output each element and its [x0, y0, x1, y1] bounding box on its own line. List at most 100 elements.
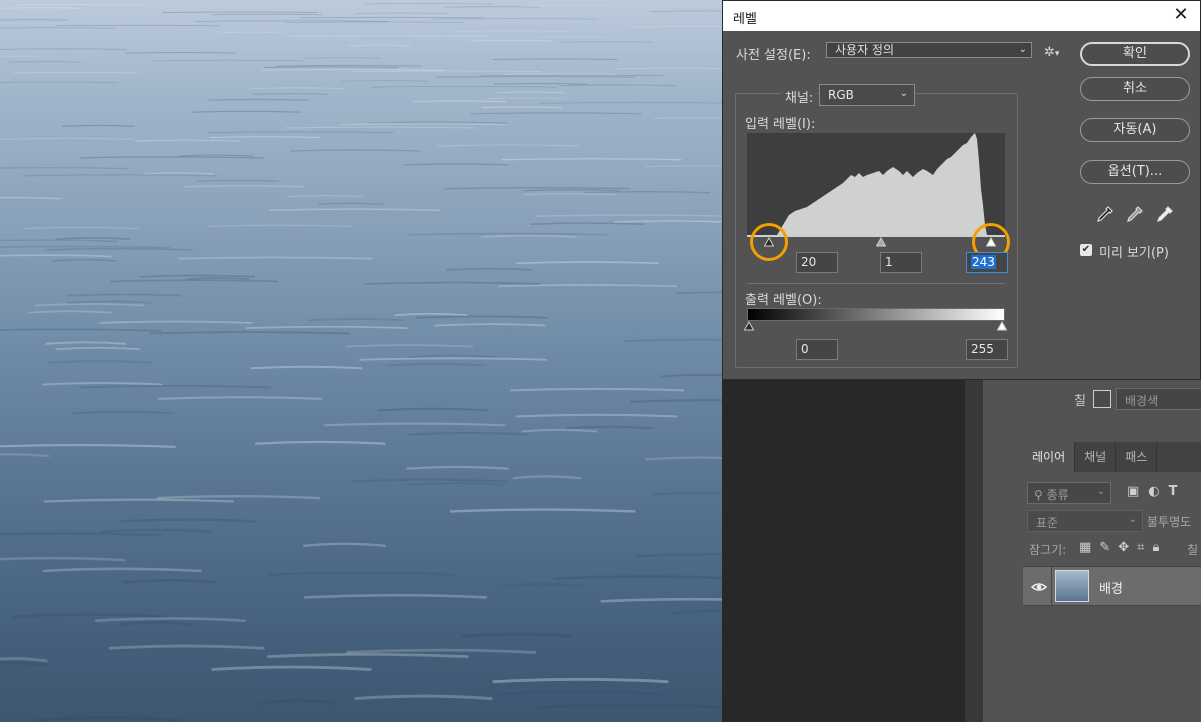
ripple	[0, 657, 48, 663]
ripple	[191, 110, 302, 113]
lock-paint-icon[interactable]: ✎	[1099, 540, 1110, 555]
input-gamma-field[interactable]: 1	[880, 252, 922, 273]
chevron-down-icon: ⌄	[1018, 44, 1027, 55]
lock-transparent-icon[interactable]: ▦	[1079, 540, 1091, 555]
ripple	[100, 528, 212, 533]
tab-channels[interactable]: 채널	[1075, 442, 1117, 472]
ripple	[359, 357, 548, 361]
ripple	[12, 613, 168, 619]
options-button[interactable]: 옵션(T)...	[1080, 160, 1190, 184]
ripple	[0, 453, 50, 458]
ripple	[354, 12, 448, 15]
kind-filter-select[interactable]: ⚲ 종류 ⌄	[1027, 482, 1111, 504]
ripple	[53, 258, 117, 262]
ripple	[179, 154, 254, 157]
ripple	[0, 81, 118, 84]
ripple	[600, 597, 722, 603]
layer-name: 배경	[1099, 582, 1123, 597]
ripple	[162, 11, 318, 13]
blend-mode-select[interactable]: 표준 ⌄	[1027, 510, 1143, 532]
ripple	[0, 239, 118, 243]
filter-icons: ▣ ◐ T	[1127, 484, 1178, 499]
input-black-field[interactable]: 20	[796, 252, 838, 273]
lock-label: 잠그기:	[1029, 543, 1067, 557]
output-white-slider[interactable]	[997, 321, 1007, 331]
ripple	[109, 279, 279, 283]
ripple	[284, 21, 464, 23]
dialog-titlebar[interactable]: 레벨 ✕	[723, 1, 1200, 31]
ripple	[559, 41, 653, 43]
ripple	[494, 91, 565, 94]
tab-paths[interactable]: 패스	[1116, 442, 1158, 472]
ripple	[251, 93, 328, 95]
ripple	[0, 7, 82, 9]
output-white-field[interactable]: 255	[966, 339, 1008, 360]
ripple	[45, 341, 126, 345]
eye-icon[interactable]	[1030, 579, 1048, 595]
input-white-field[interactable]: 243	[966, 252, 1008, 273]
fill-select[interactable]: 배경색	[1116, 388, 1201, 410]
ripple	[134, 139, 240, 142]
auto-button[interactable]: 자동(A)	[1080, 118, 1190, 142]
ripple	[501, 158, 682, 161]
input-levels-label: 입력 레벨(I):	[745, 117, 816, 132]
ripple	[351, 478, 509, 483]
fill-swatch[interactable]	[1093, 390, 1111, 408]
output-black-slider[interactable]	[744, 321, 754, 331]
ripple	[454, 30, 571, 33]
ripple	[644, 456, 722, 461]
ripple	[340, 123, 506, 126]
gear-icon[interactable]: ✲▾	[1044, 45, 1059, 60]
cancel-button[interactable]: 취소	[1080, 77, 1190, 101]
ripple	[8, 61, 82, 63]
ripple	[0, 444, 176, 448]
image-filter-icon[interactable]: ▣	[1127, 484, 1139, 499]
ripple	[492, 58, 618, 61]
panel-scroll-column[interactable]	[965, 380, 983, 722]
close-icon[interactable]: ✕	[1170, 4, 1192, 26]
ripple	[99, 320, 253, 324]
ripple	[139, 274, 256, 278]
gray-eyedropper-icon[interactable]	[1125, 204, 1145, 224]
ripple	[430, 18, 599, 20]
ripple	[209, 136, 321, 139]
ripple	[48, 360, 152, 364]
adjustment-filter-icon[interactable]: ◐	[1148, 484, 1159, 499]
workspace-gutter	[722, 380, 965, 722]
ripple	[286, 194, 363, 198]
ripple	[494, 690, 662, 696]
ripple	[364, 3, 494, 5]
layer-divider	[1051, 566, 1052, 606]
ripple	[208, 224, 353, 228]
ripple	[55, 346, 140, 351]
ok-button[interactable]: 확인	[1080, 42, 1190, 66]
dialog-title: 레벨	[733, 12, 757, 27]
black-eyedropper-icon[interactable]	[1095, 204, 1115, 224]
ripple	[0, 254, 112, 258]
ripple	[284, 126, 475, 129]
ripple	[125, 52, 237, 54]
ripple	[368, 121, 508, 124]
white-eyedropper-icon[interactable]	[1155, 204, 1175, 224]
ripple	[245, 325, 409, 330]
ripple	[0, 556, 126, 562]
output-black-field[interactable]: 0	[796, 339, 838, 360]
tab-layers[interactable]: 레이어	[1023, 442, 1076, 472]
lock-artboard-icon[interactable]: ⌗	[1137, 540, 1144, 555]
ripple	[661, 373, 722, 378]
water-photo	[0, 3, 722, 722]
ripple	[24, 226, 140, 230]
ripple	[54, 24, 220, 27]
ripple	[385, 362, 486, 367]
lock-move-icon[interactable]: ✥	[1118, 540, 1129, 555]
channel-select[interactable]: RGB ⌄	[819, 84, 915, 106]
layer-row-background[interactable]: 배경	[1023, 566, 1201, 606]
lock-all-icon[interactable]: 🔒︎	[1152, 540, 1159, 555]
document-canvas[interactable]	[0, 0, 722, 722]
type-filter-icon[interactable]: T	[1169, 484, 1178, 499]
ripple	[263, 66, 399, 68]
input-gamma-slider[interactable]	[876, 237, 886, 247]
preset-select[interactable]: 사용자 정의 ⌄	[826, 42, 1032, 58]
preview-checkbox[interactable]: ✔	[1080, 244, 1092, 256]
ripple	[0, 196, 61, 200]
